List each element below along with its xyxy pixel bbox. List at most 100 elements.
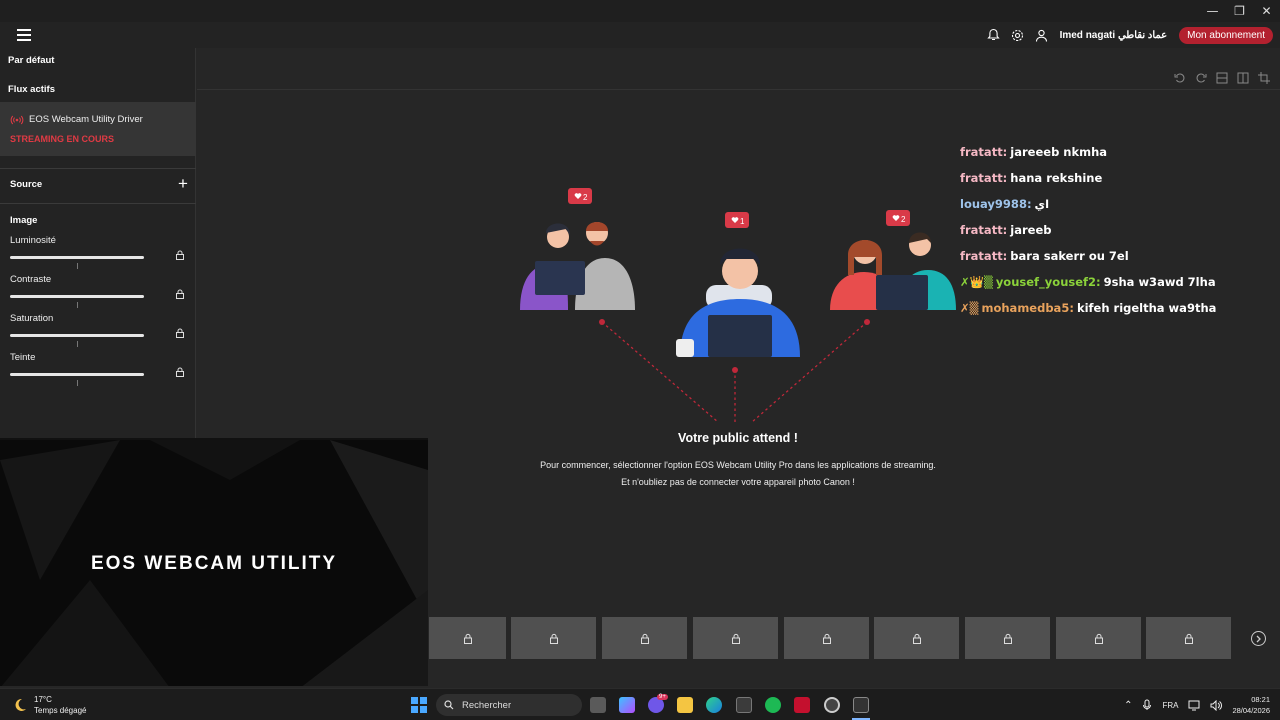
effect-thumbnail[interactable]: [693, 617, 778, 659]
sidebar: Par défaut Flux actifs EOS Webcam Utilit…: [0, 48, 196, 438]
lock-icon: [1184, 633, 1193, 644]
lock-icon: [912, 633, 921, 644]
user-name[interactable]: Imed nagati عماد نقاطي: [1060, 30, 1168, 41]
subscription-button[interactable]: Mon abonnement: [1179, 26, 1273, 44]
lock-icon[interactable]: [175, 367, 185, 377]
clock-date: 28/04/2026: [1232, 706, 1270, 715]
source-label: Source: [10, 179, 43, 190]
notification-badge: 9+: [657, 694, 668, 700]
temperature: 17°C: [34, 695, 52, 704]
clock-time: 08:21: [1251, 695, 1270, 704]
volume-icon[interactable]: [1210, 699, 1223, 711]
preview-title: EOS WEBCAM UTILITY: [90, 553, 338, 574]
like-count: 1: [740, 217, 745, 226]
chevron-right-icon: [1256, 635, 1261, 642]
effect-thumbnail[interactable]: [511, 617, 596, 659]
weather-condition: Temps dégagé: [34, 706, 87, 715]
windows-start-icon[interactable]: [411, 697, 427, 713]
restore-button[interactable]: ❐: [1226, 0, 1253, 22]
like-badge: 1: [725, 212, 749, 228]
chevron-up-icon[interactable]: ⌃: [1124, 700, 1132, 711]
camera-preview: EOS WEBCAM UTILITY: [0, 438, 428, 686]
brightness-slider[interactable]: [10, 256, 144, 259]
lock-icon: [731, 633, 740, 644]
slider-tick: [77, 302, 78, 308]
broadcast-icon: [10, 112, 24, 130]
spotify-icon[interactable]: [765, 697, 781, 713]
effect-thumbnail[interactable]: [784, 617, 869, 659]
bell-icon[interactable]: [986, 27, 1002, 43]
file-explorer-icon[interactable]: [677, 697, 693, 713]
minimize-button[interactable]: —: [1199, 0, 1226, 22]
like-count: 2: [901, 215, 906, 224]
chat-message: fratatt: hana rekshine: [960, 171, 1103, 185]
acrobat-icon[interactable]: [794, 697, 810, 713]
menu-icon[interactable]: [17, 29, 31, 41]
chat-message: louay9988: اي: [960, 197, 1050, 211]
clock[interactable]: 08:21 28/04/2026: [1232, 694, 1270, 716]
empty-state-line1: Pour commencer, sélectionner l'option EO…: [540, 460, 936, 470]
next-arrow-button[interactable]: [1251, 631, 1266, 646]
chat-message: fratatt: jareeb: [960, 223, 1052, 237]
rotate-right-icon[interactable]: [1195, 72, 1207, 84]
contrast-label: Contraste: [10, 274, 52, 285]
sidebar-divider: [0, 168, 196, 169]
taskbar-search[interactable]: Rechercher: [436, 694, 582, 716]
flip-vertical-icon[interactable]: [1216, 72, 1228, 84]
chat-message: fratatt: jareeeb nkmha: [960, 145, 1108, 159]
like-count: 2: [583, 193, 588, 202]
chrome-icon[interactable]: [824, 697, 840, 713]
store-icon[interactable]: [736, 697, 752, 713]
effect-thumbnail[interactable]: [1056, 617, 1141, 659]
search-placeholder: Rechercher: [462, 699, 512, 711]
microphone-icon[interactable]: [1142, 699, 1152, 711]
effect-thumbnail[interactable]: [965, 617, 1050, 659]
lock-icon[interactable]: [175, 250, 185, 260]
lock-icon: [549, 633, 558, 644]
effect-thumbnail[interactable]: [1146, 617, 1231, 659]
main-toolbar: [197, 48, 1280, 90]
edge-icon[interactable]: [706, 697, 722, 713]
task-view-icon[interactable]: [590, 697, 606, 713]
eos-webcam-icon[interactable]: [853, 697, 869, 713]
slider-tick: [77, 263, 78, 269]
audience-illustration: 2 1 2: [520, 188, 956, 423]
effect-thumbnail[interactable]: [602, 617, 687, 659]
language-indicator[interactable]: FRA: [1162, 701, 1178, 710]
chat-overlay: fratatt: jareeeb nkmha fratatt: hana reksh…: [960, 139, 1216, 321]
hue-slider[interactable]: [10, 373, 144, 376]
default-profile-label[interactable]: Par défaut: [8, 55, 54, 66]
add-source-button[interactable]: +: [178, 175, 188, 192]
lock-icon[interactable]: [175, 328, 185, 338]
windows-taskbar: 17°C Temps dégagé Rechercher 9+ ⌃ FRA 08…: [0, 688, 1280, 720]
effect-thumbnail[interactable]: [429, 617, 506, 659]
flip-horizontal-icon[interactable]: [1237, 72, 1249, 84]
lock-icon[interactable]: [175, 289, 185, 299]
like-badge: 2: [568, 188, 592, 204]
active-streams-label: Flux actifs: [8, 84, 55, 95]
lock-icon: [1094, 633, 1103, 644]
effect-thumbnail[interactable]: [874, 617, 959, 659]
chat-message: ✗▒ mohamedba5: kifeh rigeltha wa9tha: [960, 301, 1217, 315]
image-label: Image: [10, 215, 38, 226]
user-icon[interactable]: [1034, 27, 1050, 43]
saturation-slider[interactable]: [10, 334, 144, 337]
active-stream-item[interactable]: EOS Webcam Utility Driver STREAMING EN C…: [0, 102, 196, 156]
lock-icon: [822, 633, 831, 644]
lock-icon: [463, 633, 472, 644]
chat-message: fratatt: bara sakerr ou 7el: [960, 249, 1129, 263]
close-button[interactable]: ✕: [1253, 0, 1280, 22]
gear-icon[interactable]: [1010, 27, 1026, 43]
topbar-right: Imed nagati عماد نقاطي Mon abonnement: [986, 25, 1273, 45]
hue-label: Teinte: [10, 352, 36, 363]
stream-name: EOS Webcam Utility Driver: [29, 114, 143, 125]
crop-icon[interactable]: [1258, 72, 1270, 84]
contrast-slider[interactable]: [10, 295, 144, 298]
brightness-label: Luminosité: [10, 235, 56, 246]
like-badge: 2: [886, 210, 910, 226]
copilot-icon[interactable]: [619, 697, 635, 713]
weather-widget[interactable]: 17°C Temps dégagé: [12, 694, 86, 716]
network-icon[interactable]: [1188, 700, 1200, 711]
window-titlebar: — ❐ ✕: [0, 0, 1280, 22]
rotate-left-icon[interactable]: [1174, 72, 1186, 84]
